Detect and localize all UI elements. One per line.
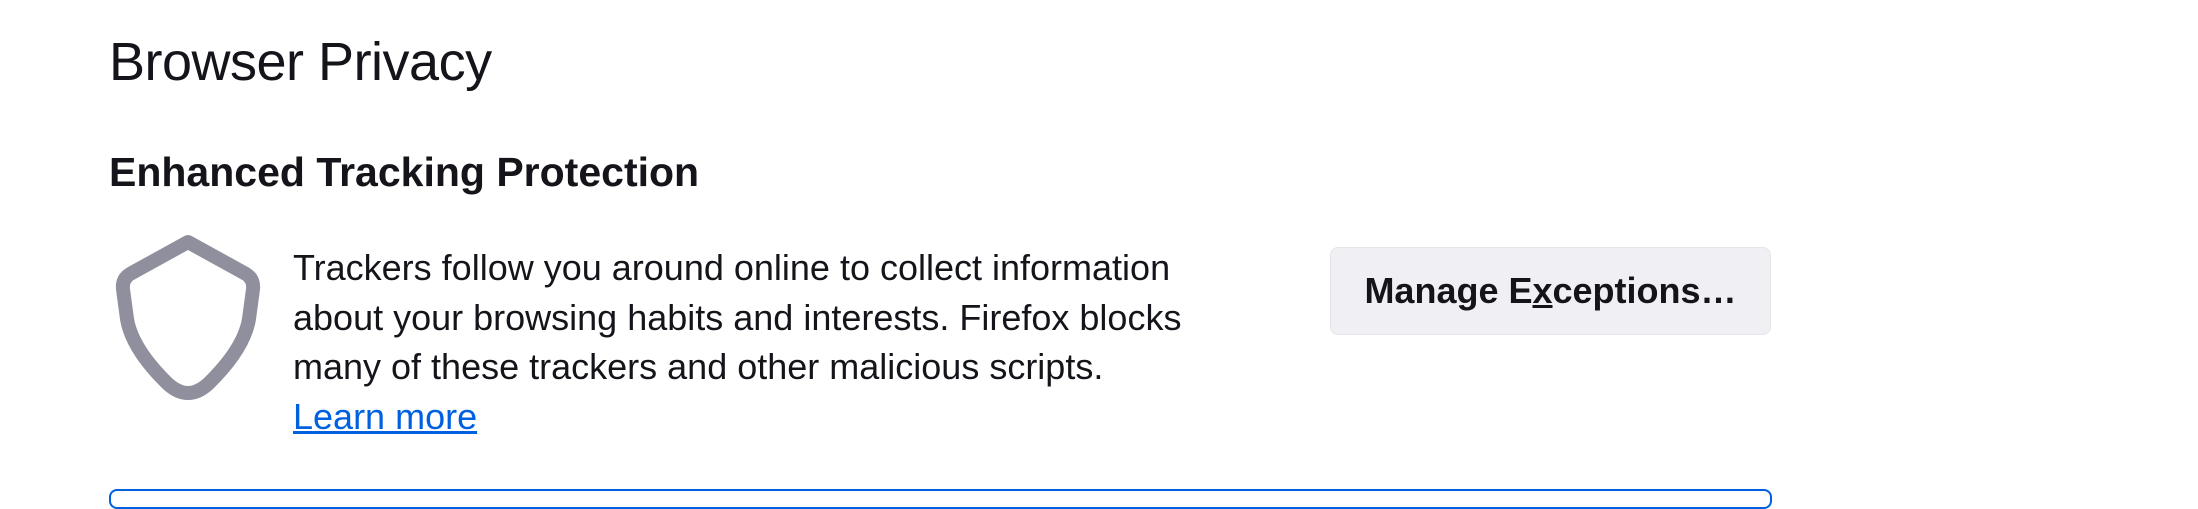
- section-title-tracking-protection: Enhanced Tracking Protection: [109, 149, 700, 195]
- description-line: many of these trackers and other malicio…: [293, 346, 1104, 387]
- manage-exceptions-accesskey: x: [1532, 270, 1553, 311]
- description-line: about your browsing habits and interests…: [293, 296, 1182, 338]
- manage-exceptions-label-end: ceptions…: [1552, 270, 1737, 311]
- shield-icon: [115, 235, 261, 400]
- tracking-mode-option-panel[interactable]: [109, 489, 1772, 509]
- page-title: Browser Privacy: [109, 32, 492, 92]
- learn-more-link[interactable]: Learn more: [293, 396, 477, 437]
- manage-exceptions-button[interactable]: Manage Ex ceptions…: [1330, 247, 1771, 335]
- tracking-protection-description: Trackers follow you around online to col…: [293, 243, 1293, 441]
- description-line: Trackers follow you around online to col…: [293, 247, 1171, 288]
- manage-exceptions-label-start: Manage E: [1364, 270, 1533, 311]
